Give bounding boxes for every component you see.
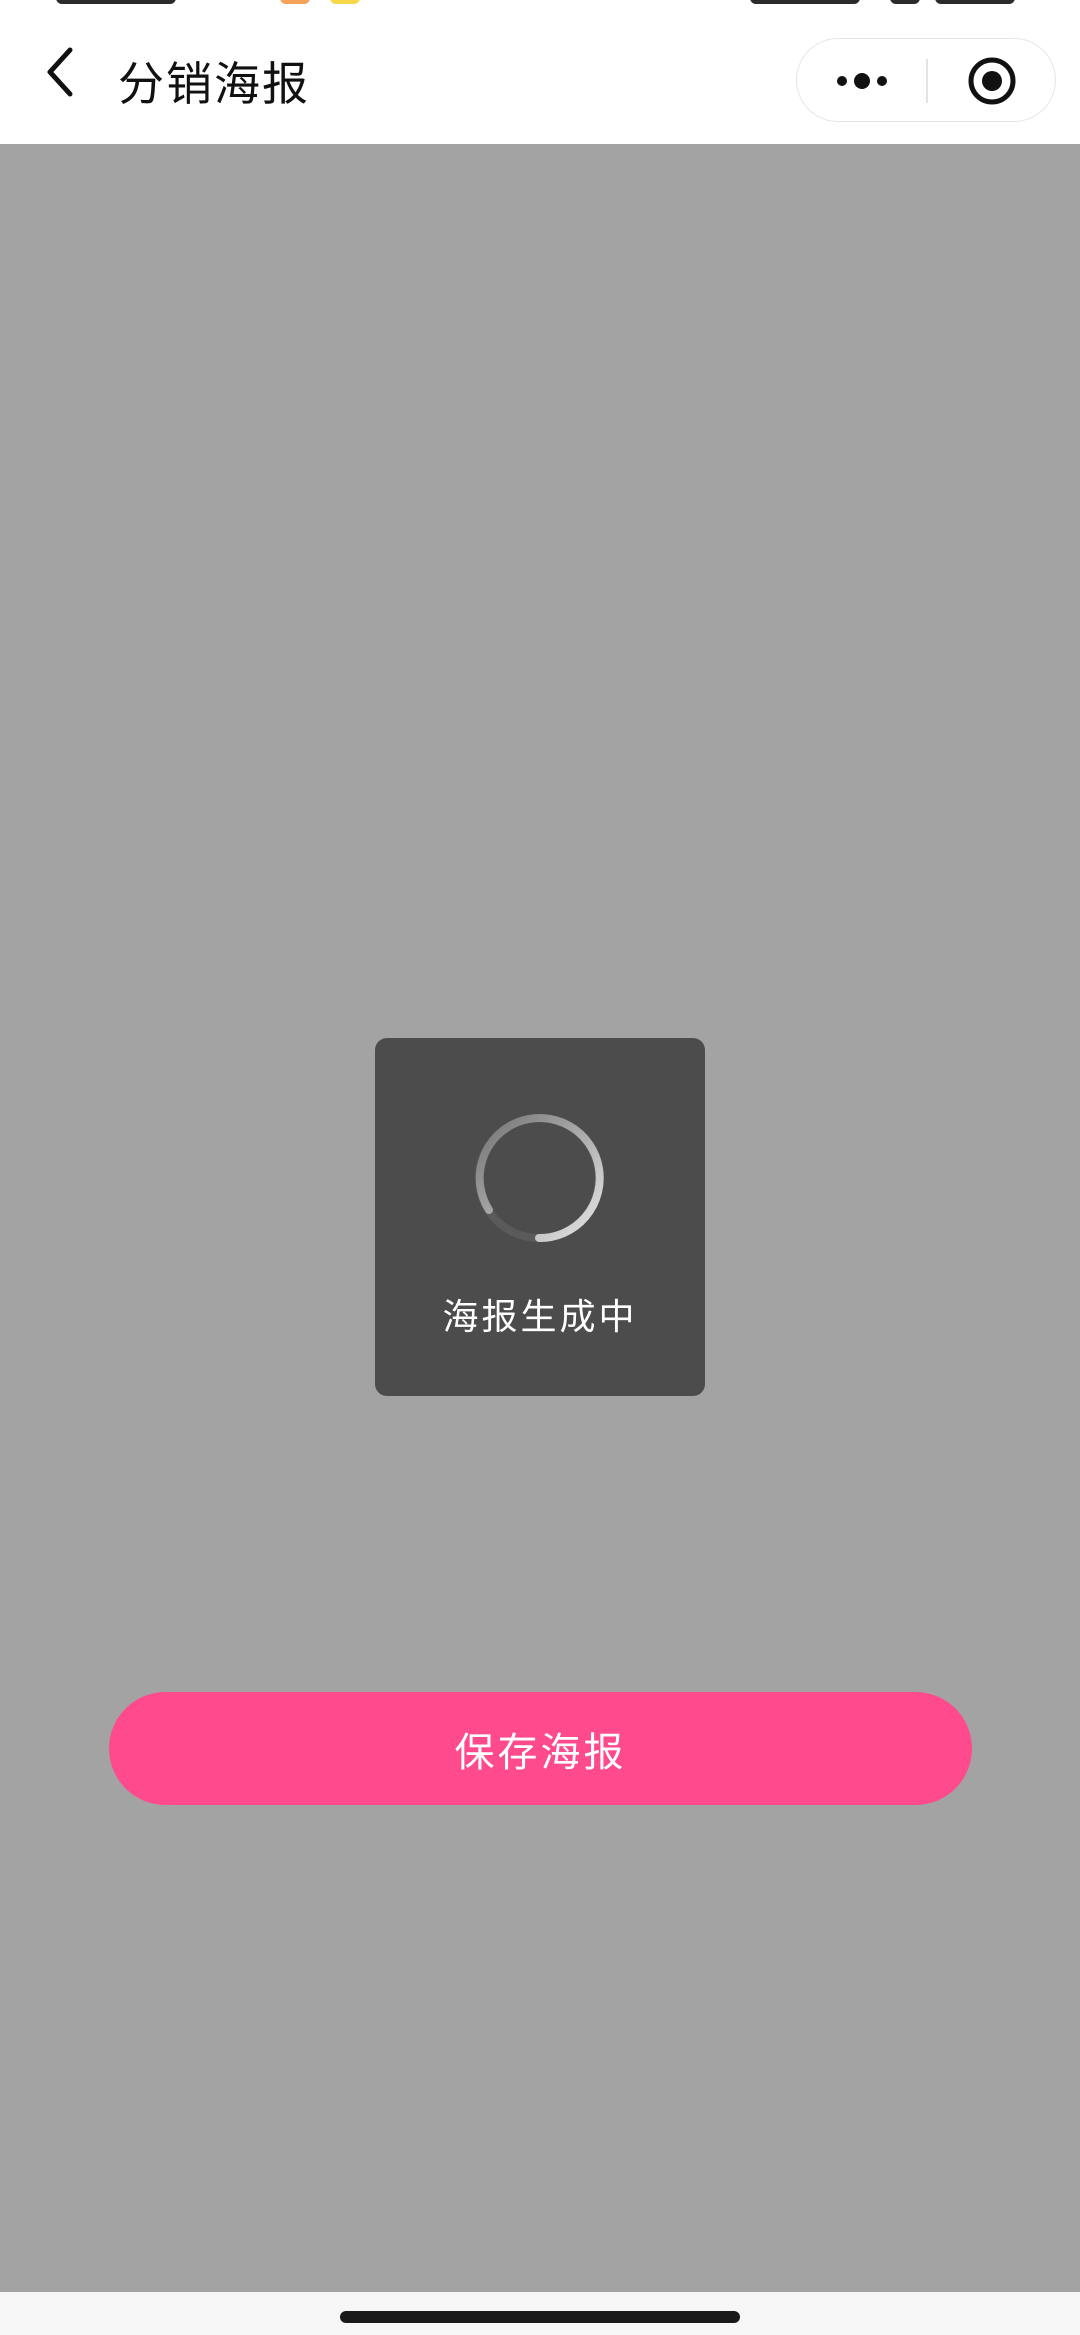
status-time-clipped [56,0,176,4]
target-circle-icon [968,57,1016,105]
status-wifi-icon [890,0,920,4]
save-poster-button[interactable]: 保存海报 [109,1692,972,1805]
toast-text: 海报生成中 [442,1297,638,1338]
loading-toast: 海报生成中 [375,1038,705,1396]
nav-bar: 分销海报 [0,12,1080,144]
status-app-icon [280,0,310,4]
status-bar [0,0,1080,12]
mini-program-capsule [796,38,1056,122]
home-indicator-area [0,2292,1080,2335]
status-battery-icon [935,0,1015,4]
chevron-left-icon [47,47,73,97]
more-menu-button[interactable] [797,39,927,123]
close-mini-program-button[interactable] [927,39,1057,123]
status-signal-icon [750,0,860,4]
more-dots-icon [837,73,887,89]
back-button[interactable] [28,40,92,104]
status-app-icon [330,0,360,4]
page-title: 分销海报 [118,57,310,111]
spinner-icon [475,1114,604,1243]
home-indicator[interactable] [340,2311,740,2323]
